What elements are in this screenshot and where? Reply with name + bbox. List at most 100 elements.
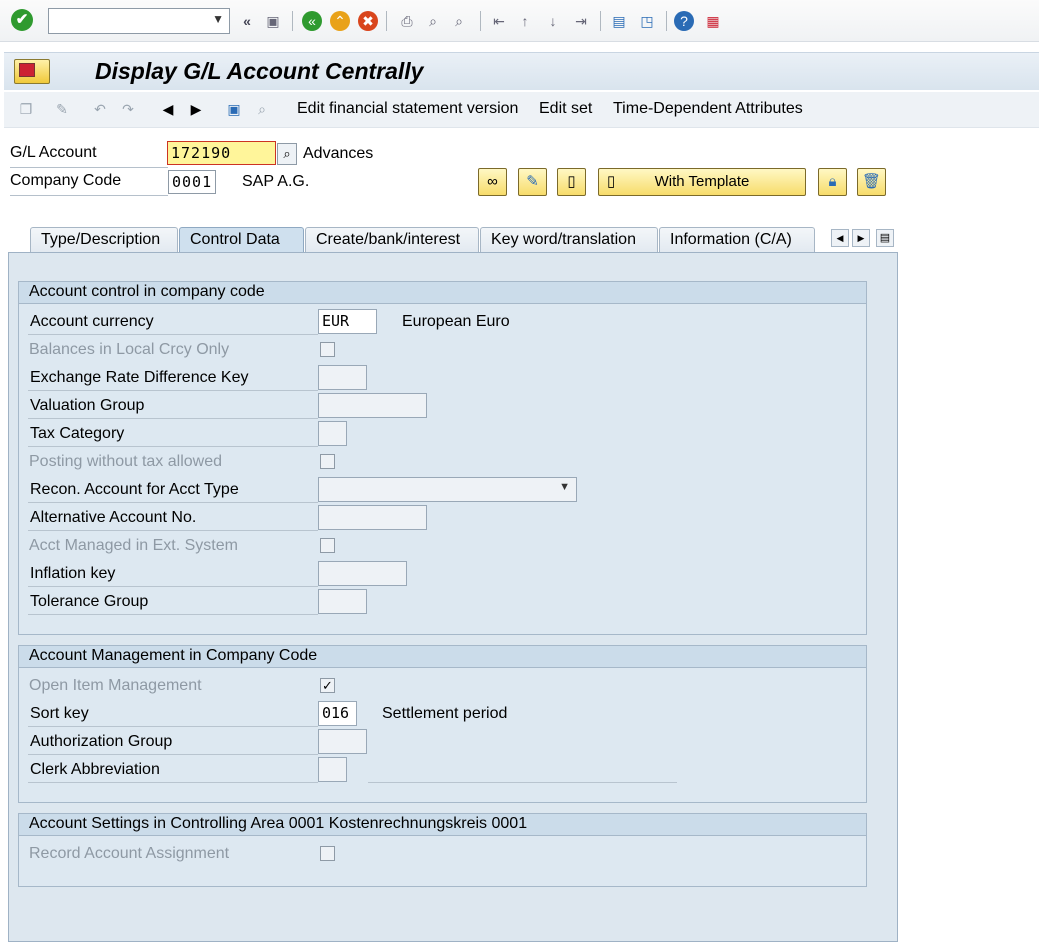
alt-account-input[interactable] bbox=[318, 505, 427, 530]
tab-scroll-left-icon[interactable]: ◀ bbox=[831, 229, 849, 247]
chevron-down-icon[interactable]: ▼ bbox=[212, 12, 224, 26]
undo-icon[interactable]: ↶ bbox=[90, 99, 110, 119]
document-icon: ▯ bbox=[607, 173, 616, 190]
tab-control-data[interactable]: Control Data bbox=[179, 227, 304, 253]
tab-key-word-translation[interactable]: Key word/translation bbox=[480, 227, 658, 253]
tax-category-input[interactable] bbox=[318, 421, 347, 446]
separator bbox=[480, 11, 481, 31]
back-green-icon[interactable]: « bbox=[302, 11, 322, 31]
inflation-key-label: Inflation key bbox=[30, 565, 116, 582]
next-page-icon[interactable]: ↓ bbox=[542, 10, 564, 32]
recon-account-label: Recon. Account for Acct Type bbox=[30, 481, 239, 498]
redo-icon[interactable]: ↷ bbox=[118, 99, 138, 119]
separator bbox=[600, 11, 601, 31]
lock-icon[interactable]: 🔒︎ bbox=[818, 168, 847, 196]
gl-account-input[interactable]: 172190 bbox=[167, 141, 276, 165]
find-next-icon[interactable]: ⌕ bbox=[448, 10, 470, 32]
command-field[interactable]: ▼ bbox=[48, 8, 230, 34]
label-underline bbox=[28, 418, 318, 419]
edit-set-button[interactable]: Edit set bbox=[539, 100, 592, 118]
exchange-rate-label: Exchange Rate Difference Key bbox=[30, 369, 249, 386]
tab-information-ca[interactable]: Information (C/A) bbox=[659, 227, 815, 253]
sort-key-desc: Settlement period bbox=[382, 705, 508, 722]
customize-layout-icon[interactable]: ▦ bbox=[702, 10, 724, 32]
previous-page-icon[interactable]: ↑ bbox=[514, 10, 536, 32]
inflation-key-input[interactable] bbox=[318, 561, 407, 586]
create-icon[interactable]: ▯ bbox=[557, 168, 586, 196]
search-help-icon[interactable]: ⌕ bbox=[277, 143, 297, 165]
label-underline bbox=[28, 726, 318, 727]
label-underline bbox=[28, 502, 318, 503]
page-title: Display G/L Account Centrally bbox=[95, 58, 424, 84]
clerk-abbrev-input[interactable] bbox=[318, 757, 347, 782]
collapse-icon[interactable]: « bbox=[236, 10, 258, 32]
print-icon[interactable]: ⎙ bbox=[396, 10, 418, 32]
new-session-icon[interactable]: ▤ bbox=[608, 10, 630, 32]
previous-icon[interactable]: ◀ bbox=[158, 99, 178, 119]
label-underline bbox=[28, 446, 318, 447]
pencil-icon[interactable]: ✎ bbox=[518, 168, 547, 196]
next-icon[interactable]: ▶ bbox=[186, 99, 206, 119]
glasses-icon[interactable]: ∞ bbox=[478, 168, 507, 196]
sort-key-input[interactable]: 016 bbox=[318, 701, 357, 726]
time-dependent-attributes-button[interactable]: Time-Dependent Attributes bbox=[613, 100, 803, 118]
alt-account-label: Alternative Account No. bbox=[30, 509, 197, 526]
exchange-rate-input[interactable] bbox=[318, 365, 367, 390]
label-underline bbox=[28, 334, 318, 335]
open-item-label: Open Item Management bbox=[29, 677, 202, 694]
label-underline bbox=[28, 754, 318, 755]
where-used-icon[interactable]: ⌕ bbox=[252, 99, 272, 119]
separator bbox=[292, 11, 293, 31]
tolerance-group-input[interactable] bbox=[318, 589, 367, 614]
tab-type-description[interactable]: Type/Description bbox=[30, 227, 178, 253]
separator bbox=[386, 11, 387, 31]
record-assignment-checkbox[interactable] bbox=[320, 846, 335, 861]
acct-managed-label: Acct Managed in Ext. System bbox=[29, 537, 238, 554]
tab-create-bank-interest[interactable]: Create/bank/interest bbox=[305, 227, 479, 253]
exit-icon[interactable]: ⌃ bbox=[330, 11, 350, 31]
open-item-checkbox[interactable]: ✓ bbox=[320, 678, 335, 693]
company-code-desc: SAP A.G. bbox=[242, 173, 310, 190]
tax-category-label: Tax Category bbox=[30, 425, 125, 442]
with-template-label: With Template bbox=[654, 173, 750, 190]
enter-icon[interactable]: ✔ bbox=[11, 9, 33, 31]
auth-group-input[interactable] bbox=[318, 729, 367, 754]
company-code-input[interactable]: 0001 bbox=[168, 170, 216, 194]
chevron-down-icon[interactable]: ▼ bbox=[559, 481, 570, 493]
account-currency-input[interactable]: EUR bbox=[318, 309, 377, 334]
tab-scroll-right-icon[interactable]: ▶ bbox=[852, 229, 870, 247]
with-template-button[interactable]: ▯ With Template bbox=[598, 168, 806, 196]
recon-account-select[interactable]: ▼ bbox=[318, 477, 577, 502]
gl-account-desc: Advances bbox=[303, 145, 374, 162]
save-icon[interactable]: ▣ bbox=[262, 10, 284, 32]
account-management-group: Account Management in Company Code bbox=[18, 645, 867, 803]
other-object-icon[interactable]: ❐ bbox=[16, 99, 36, 119]
edit-fs-version-button[interactable]: Edit financial statement version bbox=[297, 100, 518, 118]
trash-icon[interactable]: 🗑︎ bbox=[857, 168, 886, 196]
change-display-icon[interactable]: ✎ bbox=[52, 99, 72, 119]
label-underline bbox=[28, 782, 318, 783]
tab-list-icon[interactable]: ▤ bbox=[876, 229, 894, 247]
first-page-icon[interactable]: ⇤ bbox=[488, 10, 510, 32]
label-underline bbox=[28, 614, 318, 615]
posting-without-tax-checkbox[interactable] bbox=[320, 454, 335, 469]
shortcut-icon[interactable]: ◳ bbox=[636, 10, 658, 32]
posting-without-tax-label: Posting without tax allowed bbox=[29, 453, 222, 470]
cancel-icon[interactable]: ✖ bbox=[358, 11, 378, 31]
valuation-group-input[interactable] bbox=[318, 393, 427, 418]
print-preview-icon[interactable]: ▣ bbox=[224, 99, 244, 119]
help-icon[interactable]: ? bbox=[674, 11, 694, 31]
company-code-label: Company Code bbox=[10, 172, 168, 196]
last-page-icon[interactable]: ⇥ bbox=[570, 10, 592, 32]
group-header: Account Management in Company Code bbox=[19, 646, 866, 668]
label-underline bbox=[28, 586, 318, 587]
acct-managed-checkbox[interactable] bbox=[320, 538, 335, 553]
balances-local-checkbox[interactable] bbox=[320, 342, 335, 357]
account-currency-label: Account currency bbox=[30, 313, 154, 330]
application-toolbar: ❐ ✎ ↶ ↷ ◀ ▶ ▣ ⌕ Edit financial statement… bbox=[4, 92, 1039, 128]
account-currency-desc: European Euro bbox=[402, 313, 510, 330]
group-header: Account Settings in Controlling Area 000… bbox=[19, 814, 866, 836]
menu-icon[interactable] bbox=[14, 59, 50, 84]
find-icon[interactable]: ⌕ bbox=[422, 10, 444, 32]
balances-local-label: Balances in Local Crcy Only bbox=[29, 341, 230, 358]
